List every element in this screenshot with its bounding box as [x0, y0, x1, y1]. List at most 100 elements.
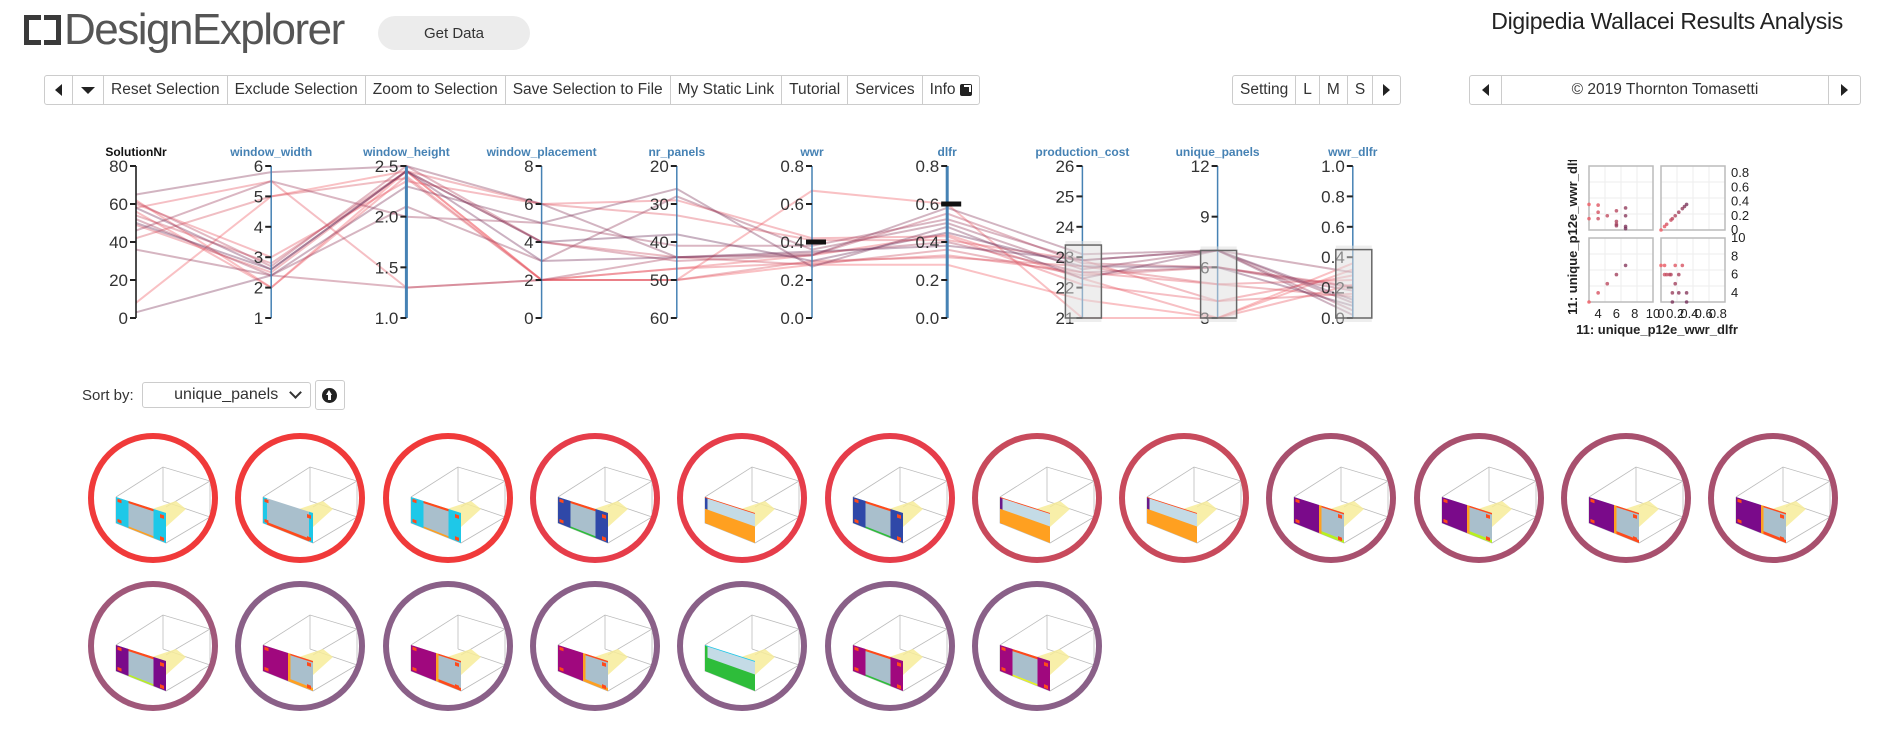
axis-window-height[interactable]: window_height1.01.52.02.5	[362, 145, 450, 328]
scatter-point	[1670, 291, 1675, 295]
axis-window-width[interactable]: window_width 1 2 3 4 5 6	[229, 145, 312, 328]
chevron-down-icon	[288, 386, 302, 399]
spm-tick-label: 4	[1731, 285, 1738, 300]
scatter-point	[1664, 222, 1669, 227]
size-l-button[interactable]: L	[1295, 76, 1319, 104]
design-thumbnail[interactable]	[1708, 433, 1839, 563]
design-thumbnail[interactable]	[1561, 433, 1691, 563]
axis-title[interactable]: unique_panels	[1176, 145, 1260, 159]
design-thumbnail[interactable]	[971, 581, 1102, 711]
design-thumbnail[interactable]	[677, 433, 808, 563]
design-thumbnail[interactable]	[971, 433, 1102, 563]
credits-next-button[interactable]	[1828, 76, 1860, 104]
design-thumbnail[interactable]	[382, 433, 513, 563]
sort-select[interactable]: unique_panels	[141, 382, 311, 408]
zoom-to-selection-button[interactable]: Zoom to Selection	[364, 76, 505, 104]
scatter-point	[1623, 226, 1628, 231]
spm-panel-top-right[interactable]	[1659, 165, 1726, 232]
sort-label: Sort by:	[82, 386, 134, 404]
exclude-selection-button[interactable]: Exclude Selection	[226, 76, 365, 104]
tick-label: 0.8	[780, 157, 804, 176]
arrow-circle-up-icon	[322, 387, 338, 403]
scatter-point	[1669, 272, 1673, 277]
spm-panel-top-left[interactable]	[1587, 165, 1654, 231]
building-model-icon	[999, 466, 1095, 544]
prev-button[interactable]	[45, 76, 72, 104]
triangle-right-icon	[1841, 84, 1848, 96]
building-model-icon	[115, 614, 211, 692]
tick-label: 0.6	[780, 195, 804, 214]
axis-SolutionNr[interactable]: SolutionNr020406080	[105, 145, 167, 328]
design-thumbnail[interactable]	[88, 581, 218, 711]
design-thumbnail[interactable]	[1266, 433, 1397, 563]
sort-selected-value: unique_panels	[174, 386, 279, 403]
spm-tick-label: 6	[1613, 306, 1620, 321]
scatter-point	[1587, 202, 1591, 207]
axis-unique-panels[interactable]: unique_panels36912	[1176, 145, 1260, 328]
axis-title[interactable]: production_cost	[1035, 145, 1129, 159]
axis-production-cost[interactable]: production_cost212223242526	[1035, 145, 1129, 328]
spm-tick-label: 0.8	[1709, 306, 1727, 321]
static-link-button[interactable]: My Static Link	[669, 76, 781, 104]
spm-x-label: 11: unique_p12e_wwr_dlfr	[1576, 322, 1738, 337]
spm-panel-bottom-left[interactable]	[1587, 237, 1654, 304]
triangle-left-icon	[55, 84, 62, 96]
design-thumbnail[interactable]	[824, 581, 955, 711]
axis-title[interactable]: window_placement	[486, 145, 597, 159]
setting-button[interactable]: Setting	[1233, 76, 1295, 104]
design-thumbnail[interactable]	[235, 581, 366, 711]
design-thumbnail[interactable]	[382, 581, 513, 711]
parallel-coordinates-chart[interactable]: SolutionNr020406080window_width123456win…	[0, 140, 1420, 340]
axis-title[interactable]: window_width	[229, 145, 312, 159]
scatter-plot-matrix[interactable]: 00.20.40.60.8468104 6 8 100 0.20.40.60.811: …	[1555, 160, 1795, 360]
scatter-point	[1587, 216, 1591, 221]
size-s-button[interactable]: S	[1346, 76, 1372, 104]
design-thumbnail[interactable]	[235, 433, 366, 563]
services-button[interactable]: Services	[847, 76, 921, 104]
size-m-button[interactable]: M	[1318, 76, 1347, 104]
scatter-point	[1670, 300, 1675, 304]
tick-label: 4	[524, 233, 533, 252]
settings-next-button[interactable]	[1372, 76, 1400, 104]
tick-label: 0	[119, 309, 128, 328]
building-model-icon	[1588, 466, 1684, 544]
spm-panel-bottom-right[interactable]	[1659, 237, 1726, 304]
credits-prev-button[interactable]	[1470, 76, 1501, 104]
reset-selection-button[interactable]: Reset Selection	[103, 76, 227, 104]
scatter-point	[1662, 263, 1667, 268]
axis-title[interactable]: dlfr	[938, 145, 958, 159]
tick-label: 20	[650, 157, 669, 176]
tick-label: 1.5	[375, 258, 399, 277]
pc-lines-group	[135, 164, 1354, 320]
axis-wwr[interactable]: wwr0.00.20.40.60.8	[780, 145, 826, 328]
tick-label: 0.8	[1321, 187, 1345, 206]
tick-label: 25	[1055, 187, 1074, 206]
tutorial-button[interactable]: Tutorial	[781, 76, 847, 104]
save-selection-button[interactable]: Save Selection to File	[504, 76, 670, 104]
building-model-icon	[852, 466, 947, 544]
spm-tick-label: 10	[1731, 230, 1745, 245]
design-thumbnail[interactable]	[529, 581, 660, 711]
design-thumbnail[interactable]	[677, 581, 808, 711]
design-thumbnail[interactable]	[1413, 433, 1544, 563]
tick-label: 6	[254, 157, 263, 176]
axis-nr-panels[interactable]: nr_panels6050403020	[648, 145, 705, 328]
design-thumbnail[interactable]	[529, 433, 660, 563]
design-thumbnail[interactable]	[88, 433, 218, 563]
info-button[interactable]: Info	[921, 76, 979, 104]
scatter-point	[1676, 210, 1681, 215]
tick-label: 4	[254, 218, 263, 237]
axis-window-placement[interactable]: window_placement 0 2 4 6 8	[486, 145, 597, 328]
scatter-point	[1670, 216, 1675, 221]
axis-marker	[941, 201, 962, 207]
tick-label: 0.0	[780, 309, 804, 328]
building-model-icon	[557, 614, 653, 692]
tick-label: 1.0	[375, 309, 399, 328]
design-thumbnail[interactable]	[1119, 433, 1250, 563]
dropdown-button[interactable]	[72, 76, 103, 104]
tick-label: 3	[254, 248, 263, 267]
get-data-button[interactable]: Get Data	[378, 16, 530, 50]
sort-direction-button[interactable]	[314, 380, 345, 410]
design-explorer-logo[interactable]: DesignExplorer	[22, 5, 345, 54]
design-thumbnail[interactable]	[824, 433, 955, 563]
